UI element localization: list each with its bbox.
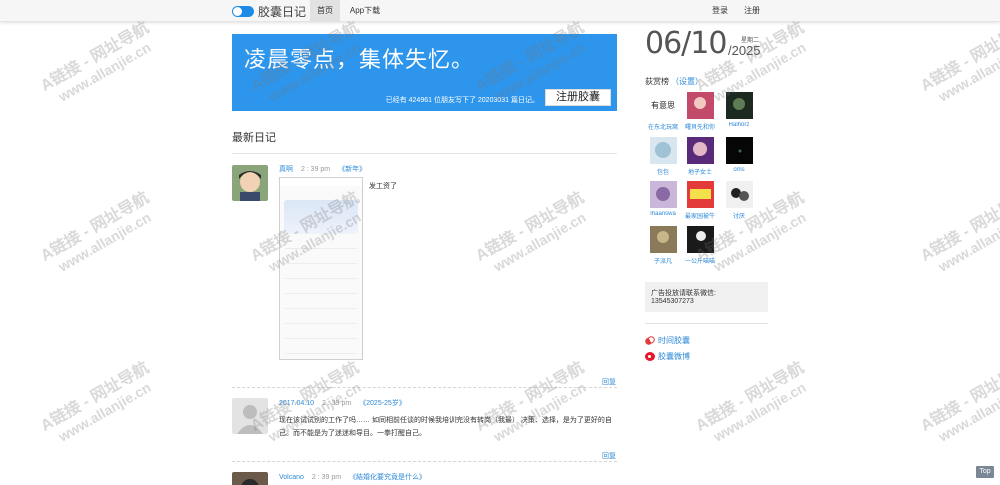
register-capsule-button[interactable]: 注册胶囊 [545,89,611,106]
rank-avatar [649,137,677,164]
ad-line: 广告投放请联系微信: [651,290,716,297]
banner-stats: 已经有 424961 位朋友写下了 20203031 篇日记。 [385,97,539,104]
rank-avatar [686,92,714,119]
divider [232,387,617,388]
ranking-item[interactable]: Halhorz [721,92,757,128]
ranking-item[interactable]: 曙貝先和你 [682,92,718,131]
weibo-link[interactable]: 胶囊微博 [645,351,690,362]
nav-home[interactable]: 首页 [310,0,340,22]
watermark: A链接 - 网址导航 www.allanjie.cn [473,189,589,275]
ad-contact: 13545307273 [651,298,694,305]
rank-name[interactable]: 曙貝先和你 [682,122,718,131]
post-author[interactable]: Volcano [279,474,304,481]
date-day: 06/10 [645,26,727,61]
watermark: A链接 - 网址导航 www.allanjie.cn [918,189,1000,275]
top-navbar: 胶囊日记 首页 App下载 登录 注册 [0,0,1000,22]
watermark: A链接 - 网址导航 www.allanjie.cn [918,359,1000,445]
watermark: A链接 - 网址导航 www.allanjie.cn [693,359,809,445]
watermark: A链接 - 网址导航 www.allanjie.cn [38,19,154,105]
reply-link[interactable]: 回复 [602,377,616,387]
rank-name[interactable]: 地子女士 [682,167,718,176]
weibo-icon [645,352,655,361]
nav-register[interactable]: 注册 [740,0,764,22]
divider [232,153,617,154]
banner-title: 凌晨零点，集体失忆。 [244,48,475,73]
rank-avatar [686,181,714,208]
divider [645,323,768,324]
ranking-item[interactable]: oms [721,137,757,173]
rank-avatar [649,181,677,208]
rank-name[interactable]: oms [721,167,757,173]
time-capsule-link[interactable]: 时间胶囊 [643,334,690,347]
avatar[interactable] [232,472,268,485]
ranking-item[interactable]: 讨厌 [721,181,757,220]
post-meta: Volcano 2 : 39 pm 《結婚化要究竟是什么》 [279,472,426,482]
section-title: 最新日记 [232,132,276,144]
rank-avatar [686,137,714,164]
rank-avatar [725,137,753,164]
pill-icon [643,334,657,347]
rank-name[interactable]: Ihaanswa [645,211,681,217]
ranking-item[interactable]: 有意思 在东北玩窝 [645,92,681,131]
rank-name[interactable]: 包包 [645,167,681,176]
date-year: /2025 [728,43,761,58]
back-to-top-button[interactable]: Top [976,466,994,478]
ranking-heading: 荻赏榜 [645,77,669,86]
post-tag[interactable]: 《2025-25岁》 [359,400,406,407]
rank-avatar [725,181,753,208]
ranking-item[interactable]: 地子女士 [682,137,718,176]
post-tag[interactable]: 《新年》 [338,166,366,173]
post-meta: 2017.04.10 2 : 39 pm 《2025-25岁》 [279,398,406,408]
ranking-title: 荻赏榜 （设置） [645,76,703,87]
rank-name[interactable]: 一公斤喵喵 [682,256,718,265]
watermark: A链接 - 网址导航 www.allanjie.cn [918,19,1000,105]
post-text: 发工资了 [369,183,397,190]
watermark: A链接 - 网址导航 www.allanjie.cn [38,359,154,445]
rank-name[interactable]: 最家园被牛 [682,211,718,220]
rank-avatar [686,226,714,253]
post-author[interactable]: 2017.04.10 [279,400,314,407]
post-text: 现在该试试别的工作了吗…… 如同相前任谈的时候我培训完没有转岗（我最） 决策、选… [279,417,612,437]
rank-name[interactable]: 讨厌 [721,211,757,220]
nav-app-download[interactable]: App下载 [345,0,385,22]
rank-avatar [725,92,753,119]
rank-label: 有意思 [651,101,675,110]
post-image[interactable] [279,177,363,360]
post-meta: 真啊 2 : 39 pm 《新年》 [279,164,366,174]
hero-banner: 凌晨零点，集体失忆。 已经有 424961 位朋友写下了 20203031 篇日… [232,34,617,111]
post-time: 2 : 39 pm [322,400,352,407]
toggle-icon [232,5,254,17]
brand-logo[interactable]: 胶囊日记 [232,3,306,19]
avatar[interactable] [232,398,268,434]
post-time: 2 : 39 pm [300,166,331,173]
time-capsule-label: 时间胶囊 [658,336,690,345]
ranking-item[interactable]: Ihaanswa [645,181,681,217]
rank-name[interactable]: Halhorz [721,122,757,128]
rank-name[interactable]: 子派凡 [645,256,681,265]
brand-name: 胶囊日记 [258,4,307,19]
weibo-label: 胶囊微博 [658,352,690,361]
watermark: A链接 - 网址导航 www.allanjie.cn [38,189,154,275]
post-author[interactable]: 真啊 [279,166,293,173]
post-time: 2 : 39 pm [311,474,342,481]
post-tag[interactable]: 《結婚化要究竟是什么》 [349,474,426,481]
avatar[interactable] [232,165,268,201]
ranking-settings-link[interactable]: （设置） [671,77,703,86]
reply-link[interactable]: 回复 [602,451,616,461]
divider [232,461,617,462]
ranking-item[interactable]: 最家园被牛 [682,181,718,220]
nav-login[interactable]: 登录 [708,0,732,22]
ranking-item[interactable]: 包包 [645,137,681,176]
ranking-item[interactable]: 子派凡 [645,226,681,265]
ad-box: 广告投放请联系微信: 13545307273 [645,282,768,312]
rank-name[interactable]: 在东北玩窝 [645,122,681,131]
rank-avatar [649,226,677,253]
ranking-item[interactable]: 一公斤喵喵 [682,226,718,265]
